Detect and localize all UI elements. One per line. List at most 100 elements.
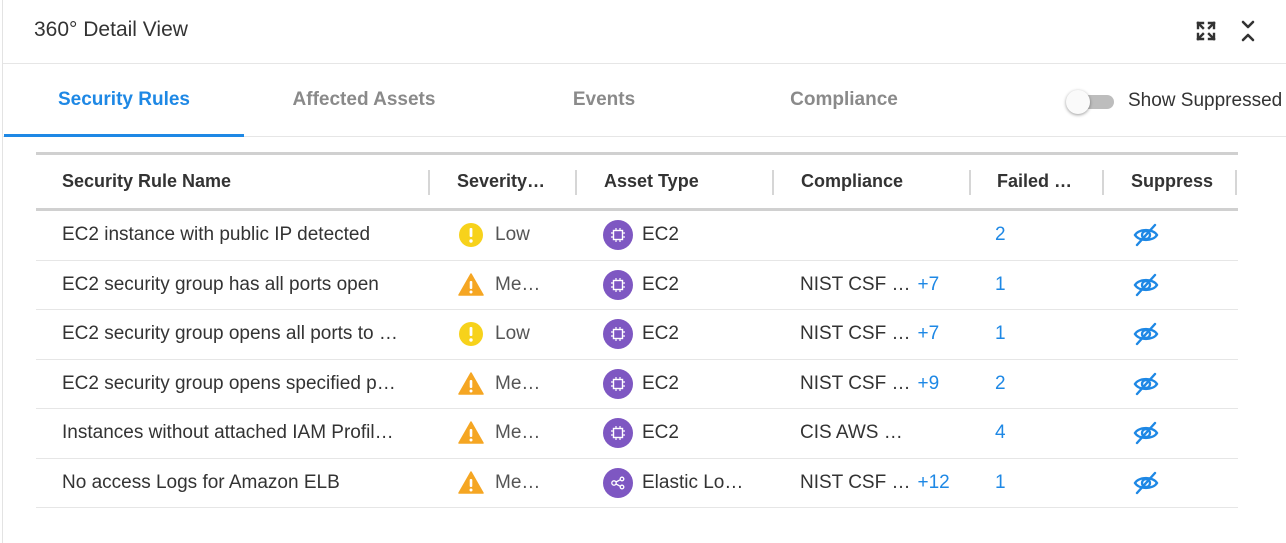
eye-off-icon bbox=[1132, 271, 1160, 299]
rule-name[interactable]: EC2 security group opens specified p… bbox=[62, 360, 412, 408]
severity-cell: Low bbox=[458, 211, 568, 259]
table-row[interactable]: EC2 instance with public IP detected Low E… bbox=[36, 211, 1238, 261]
compliance-label: CIS AWS … bbox=[800, 422, 903, 443]
compliance-label: NIST CSF … bbox=[800, 372, 911, 394]
asset-type-cell: EC2 bbox=[603, 310, 788, 358]
severity-cell: Low bbox=[458, 310, 568, 358]
security-rules-table: Security Rule Name Severity… Asset Type … bbox=[36, 152, 1238, 508]
tab-affected-assets[interactable]: Affected Assets bbox=[244, 64, 484, 136]
severity-label: Me… bbox=[495, 471, 541, 493]
asset-type-cell: EC2 bbox=[603, 360, 788, 408]
severity-label: Low bbox=[495, 323, 530, 344]
expand-button[interactable] bbox=[1194, 18, 1218, 44]
severity-cell: Me… bbox=[458, 409, 568, 457]
panel-header: 360° Detail View bbox=[3, 0, 1286, 64]
rule-name[interactable]: EC2 security group opens all ports to … bbox=[62, 310, 412, 358]
chip-icon bbox=[603, 220, 633, 250]
eye-off-icon bbox=[1132, 370, 1160, 398]
severity-label: Me… bbox=[495, 273, 541, 295]
rule-name[interactable]: EC2 security group has all ports open bbox=[62, 261, 412, 309]
expand-icon bbox=[1196, 21, 1216, 41]
chip-icon bbox=[603, 418, 633, 448]
failed-count-link[interactable]: 2 bbox=[995, 211, 1055, 259]
eye-off-icon bbox=[1132, 469, 1160, 497]
suppress-button[interactable] bbox=[1132, 211, 1162, 259]
rule-name[interactable]: Instances without attached IAM Profil… bbox=[62, 409, 412, 457]
low-icon bbox=[458, 222, 484, 248]
compliance-cell bbox=[800, 211, 990, 259]
table-row[interactable]: No access Logs for Amazon ELB Me… Elastic … bbox=[36, 459, 1238, 508]
compliance-label: NIST CSF … bbox=[800, 471, 911, 493]
col-header-rule-name[interactable]: Security Rule Name bbox=[62, 155, 231, 208]
compliance-cell: CIS AWS … bbox=[800, 409, 990, 457]
severity-cell: Me… bbox=[458, 261, 568, 309]
toggle-switch[interactable] bbox=[1066, 90, 1114, 114]
compliance-cell: NIST CSF … +7 bbox=[800, 310, 990, 358]
eye-off-icon bbox=[1132, 221, 1160, 249]
table-row[interactable]: EC2 security group opens specified p… Me…… bbox=[36, 360, 1238, 409]
compliance-cell: NIST CSF … +7 bbox=[800, 261, 990, 309]
rule-name[interactable]: No access Logs for Amazon ELB bbox=[62, 459, 412, 507]
compliance-more-link[interactable]: +7 bbox=[918, 274, 940, 296]
load-balancer-icon bbox=[603, 467, 633, 498]
failed-count-link[interactable]: 2 bbox=[995, 360, 1055, 408]
tab-security-rules[interactable]: Security Rules bbox=[4, 64, 244, 137]
asset-type-cell: Elastic Lo… bbox=[603, 459, 788, 507]
failed-count-link[interactable]: 1 bbox=[995, 261, 1055, 309]
col-header-suppress[interactable]: Suppress bbox=[1131, 155, 1213, 208]
col-header-failed[interactable]: Failed … bbox=[997, 155, 1072, 208]
chip-icon bbox=[603, 368, 633, 399]
asset-type-label: EC2 bbox=[642, 273, 679, 295]
suppress-button[interactable] bbox=[1132, 261, 1162, 309]
asset-type-cell: EC2 bbox=[603, 211, 788, 259]
compliance-label: NIST CSF … bbox=[800, 273, 911, 295]
asset-type-label: Elastic Lo… bbox=[642, 471, 744, 493]
severity-label: Me… bbox=[495, 422, 541, 443]
severity-label: Me… bbox=[495, 372, 541, 394]
table-row[interactable]: EC2 security group has all ports open Me…… bbox=[36, 261, 1238, 310]
compliance-more-link[interactable]: +9 bbox=[918, 373, 940, 395]
failed-count-link[interactable]: 4 bbox=[995, 409, 1055, 457]
asset-type-cell: EC2 bbox=[603, 261, 788, 309]
chip-icon bbox=[603, 319, 633, 349]
compliance-more-link[interactable]: +12 bbox=[918, 472, 950, 494]
eye-off-icon bbox=[1132, 320, 1160, 348]
col-header-asset-type[interactable]: Asset Type bbox=[604, 155, 699, 208]
show-suppressed-toggle[interactable]: Show Suppressed bbox=[1066, 88, 1282, 114]
asset-type-label: EC2 bbox=[642, 224, 679, 245]
compliance-label: NIST CSF … bbox=[800, 323, 911, 344]
chip-icon bbox=[603, 269, 633, 300]
suppress-button[interactable] bbox=[1132, 409, 1162, 457]
asset-type-label: EC2 bbox=[642, 422, 679, 443]
rule-name[interactable]: EC2 instance with public IP detected bbox=[62, 211, 412, 259]
table-row[interactable]: Instances without attached IAM Profil… Me… bbox=[36, 409, 1238, 459]
table-row[interactable]: EC2 security group opens all ports to … L… bbox=[36, 310, 1238, 360]
compliance-cell: NIST CSF … +12 bbox=[800, 459, 990, 507]
tab-events[interactable]: Events bbox=[484, 64, 724, 136]
tab-compliance[interactable]: Compliance bbox=[724, 64, 964, 136]
suppress-button[interactable] bbox=[1132, 310, 1162, 358]
compliance-cell: NIST CSF … +9 bbox=[800, 360, 990, 408]
warning-icon bbox=[458, 371, 484, 397]
col-header-severity[interactable]: Severity… bbox=[457, 155, 545, 208]
warning-icon bbox=[458, 470, 484, 496]
asset-type-label: EC2 bbox=[642, 323, 679, 344]
col-header-compliance[interactable]: Compliance bbox=[801, 155, 903, 208]
warning-icon bbox=[458, 420, 484, 446]
failed-count-link[interactable]: 1 bbox=[995, 459, 1055, 507]
asset-type-label: EC2 bbox=[642, 372, 679, 394]
suppress-button[interactable] bbox=[1132, 360, 1162, 408]
detail-panel: 360° Detail View Security Rules Affected… bbox=[2, 0, 1286, 543]
suppress-button[interactable] bbox=[1132, 459, 1162, 507]
severity-cell: Me… bbox=[458, 360, 568, 408]
toggle-label: Show Suppressed bbox=[1128, 90, 1283, 111]
table-header: Security Rule Name Severity… Asset Type … bbox=[36, 152, 1238, 211]
panel-title: 360° Detail View bbox=[34, 18, 188, 41]
severity-label: Low bbox=[495, 224, 530, 245]
warning-icon bbox=[458, 272, 484, 298]
eye-off-icon bbox=[1132, 419, 1160, 447]
failed-count-link[interactable]: 1 bbox=[995, 310, 1055, 358]
table-body: EC2 instance with public IP detected Low E… bbox=[36, 211, 1238, 508]
compliance-more-link[interactable]: +7 bbox=[918, 323, 940, 345]
collapse-button[interactable] bbox=[1236, 18, 1260, 44]
